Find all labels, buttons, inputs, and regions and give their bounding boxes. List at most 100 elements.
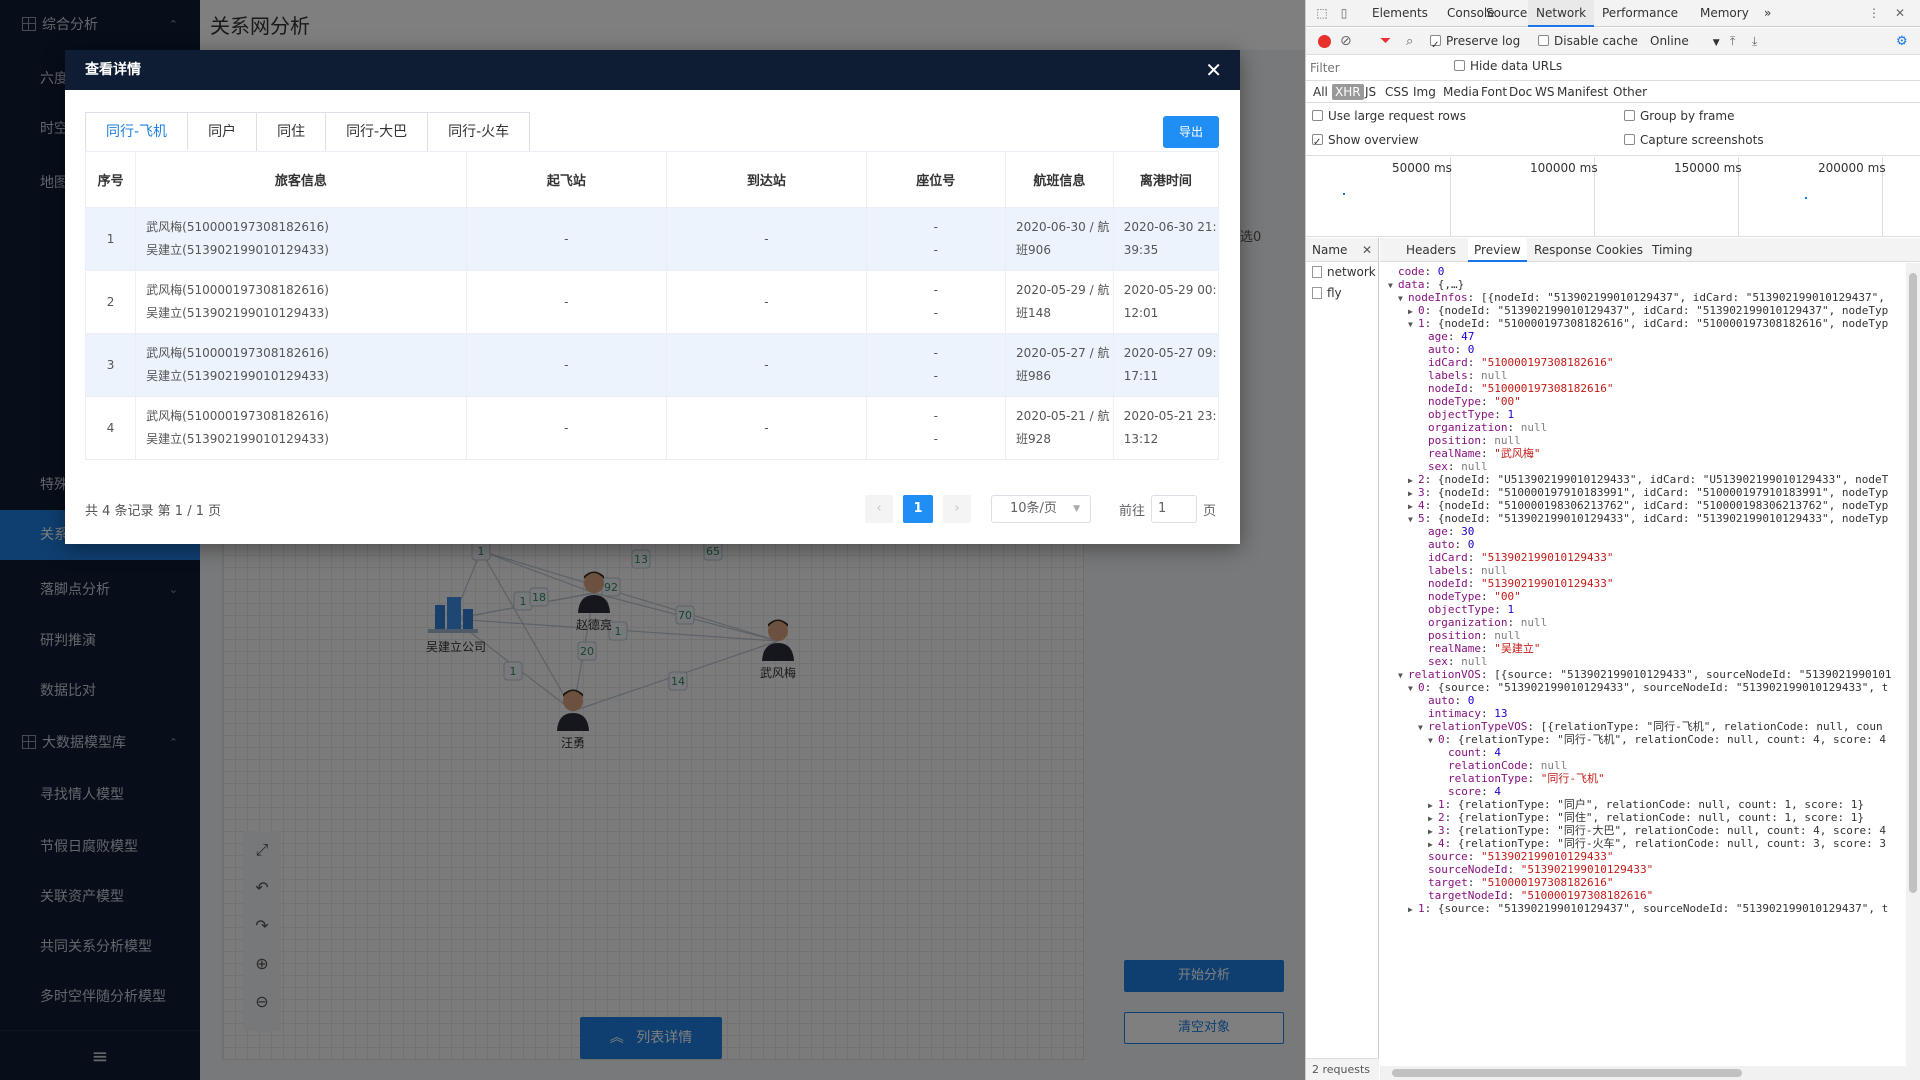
- type-filter-all[interactable]: All: [1310, 84, 1331, 100]
- table-row[interactable]: 3 武风梅(510000197308182616) 吴建立(513902199010…: [84, 333, 1220, 397]
- type-filter-other[interactable]: Other: [1610, 84, 1650, 100]
- detail-tab[interactable]: Preview: [1468, 238, 1527, 262]
- json-line: organization: null: [1380, 421, 1906, 434]
- json-line[interactable]: ▶ 4: {nodeId: "510000198306213762", idCar…: [1380, 499, 1906, 513]
- seat-1: -: [933, 346, 938, 360]
- json-line: source: "513902199010129433": [1380, 850, 1906, 863]
- seat-2: -: [933, 306, 938, 320]
- json-line[interactable]: ▶ 0: {nodeId: "513902199010129437", idCar…: [1380, 304, 1906, 318]
- type-filter-media[interactable]: Media: [1440, 84, 1482, 100]
- goto-page-input[interactable]: 1: [1151, 495, 1198, 523]
- export-button[interactable]: 导出: [1163, 116, 1219, 148]
- detail-tab[interactable]: Cookies: [1590, 238, 1649, 262]
- tab-1[interactable]: 同行-飞机: [86, 113, 189, 151]
- horizontal-scrollbar[interactable]: [1380, 1066, 1920, 1080]
- collapsed-triangle-icon[interactable]: ▶: [1408, 903, 1418, 916]
- clear-icon[interactable]: ⊘: [1340, 28, 1352, 55]
- close-icon[interactable]: ✕: [1362, 238, 1372, 262]
- json-line[interactable]: ▼ data: {,…}: [1380, 278, 1906, 292]
- preserve-log-checkbox[interactable]: Preserve log: [1430, 28, 1520, 59]
- devtools-tab[interactable]: Network: [1528, 0, 1595, 27]
- show-overview-checkbox[interactable]: Show overview: [1312, 128, 1419, 155]
- flight-info: 2020-06-30 / 航班906: [1005, 207, 1114, 271]
- page-size-value: 10条/页: [1010, 501, 1057, 516]
- type-filter-xhr[interactable]: XHR: [1332, 84, 1364, 100]
- request-row[interactable]: network: [1306, 262, 1378, 283]
- json-line[interactable]: ▼ relationVOS: [{source: "513902199010129…: [1380, 668, 1906, 682]
- close-icon[interactable]: ✕: [1892, 5, 1908, 21]
- json-line[interactable]: ▶ 4: {relationType: "同行-火车", relationCode…: [1380, 837, 1906, 851]
- json-line[interactable]: ▶ 2: {relationType: "同住", relationCode: n…: [1380, 811, 1906, 825]
- json-line[interactable]: ▶ 3: {nodeId: "510000197910183991", idCar…: [1380, 486, 1906, 500]
- devtools-tab[interactable]: Elements: [1364, 0, 1436, 27]
- tab-5[interactable]: 同行-火车: [428, 113, 529, 151]
- departure-station: -: [465, 333, 668, 397]
- json-line[interactable]: ▶ 3: {relationType: "同行-大巴", relationCode…: [1380, 824, 1906, 838]
- throttle-select[interactable]: Online ▼: [1650, 28, 1720, 55]
- request-row[interactable]: fly: [1306, 283, 1378, 304]
- type-filter-js[interactable]: JS: [1362, 84, 1379, 100]
- large-rows-checkbox[interactable]: Use large request rows: [1312, 104, 1466, 128]
- prev-page-button[interactable]: ‹: [865, 495, 893, 523]
- json-line[interactable]: ▼ 0: {source: "513902199010129433", sourc…: [1380, 681, 1906, 695]
- hide-data-urls-checkbox[interactable]: Hide data URLs: [1454, 54, 1562, 79]
- json-value: "同行-飞机": [1540, 772, 1605, 785]
- import-har-icon[interactable]: ⤒: [1730, 28, 1735, 55]
- type-filter-doc[interactable]: Doc: [1506, 84, 1535, 100]
- json-preview[interactable]: code: 0 ▼ data: {,…} ▼ nodeInfos: [{nodeId: …: [1380, 263, 1906, 1066]
- more-menu-icon[interactable]: ⋮: [1866, 5, 1882, 21]
- tab-4[interactable]: 同行-大巴: [326, 113, 429, 151]
- json-key: auto: [1428, 538, 1455, 551]
- settings-gear-icon[interactable]: ⚙: [1896, 28, 1908, 55]
- type-filter-css[interactable]: CSS: [1382, 84, 1412, 100]
- devtools-tab[interactable]: Performance: [1594, 0, 1686, 27]
- tab-3[interactable]: 同住: [257, 113, 327, 151]
- scrollbar-thumb[interactable]: [1909, 273, 1917, 893]
- json-line[interactable]: ▼ 0: {relationType: "同行-飞机", relationCode…: [1380, 733, 1906, 747]
- filter-input[interactable]: [1310, 58, 1440, 78]
- detail-tab[interactable]: Response: [1528, 238, 1598, 262]
- table-row[interactable]: 2 武风梅(510000197308182616) 吴建立(513902199010…: [84, 270, 1220, 334]
- export-har-icon[interactable]: ⤓: [1752, 28, 1757, 55]
- scrollbar-thumb[interactable]: [1392, 1069, 1742, 1077]
- json-line: count: 4: [1380, 746, 1906, 759]
- vertical-scrollbar[interactable]: [1906, 263, 1920, 1066]
- inspect-icon[interactable]: ⬚: [1314, 5, 1330, 21]
- detail-tab[interactable]: Headers: [1400, 238, 1462, 262]
- capture-screenshots-checkbox[interactable]: Capture screenshots: [1624, 128, 1764, 152]
- record-icon[interactable]: [1318, 35, 1331, 48]
- devtools-tab[interactable]: »: [1756, 0, 1779, 27]
- json-line[interactable]: ▶ 2: {nodeId: "U513902199010129433", idCa…: [1380, 473, 1906, 487]
- seat-1: -: [933, 283, 938, 297]
- type-filter-img[interactable]: Img: [1410, 84, 1439, 100]
- json-line[interactable]: ▼ 5: {nodeId: "513902199010129433", idCar…: [1380, 512, 1906, 526]
- show-overview-label: Show overview: [1328, 133, 1419, 147]
- page-size-select[interactable]: 10条/页 ▼: [991, 495, 1091, 523]
- json-line[interactable]: ▶ 1: {relationType: "同户", relationCode: n…: [1380, 798, 1906, 812]
- detail-tab[interactable]: Timing: [1646, 238, 1699, 262]
- network-overview[interactable]: 50000 ms 100000 ms 150000 ms 200000 ms: [1306, 157, 1920, 237]
- table-row[interactable]: 1 武风梅(510000197308182616) 吴建立(513902199010…: [84, 207, 1220, 271]
- search-icon[interactable]: ⌕: [1406, 28, 1413, 55]
- page-number-current[interactable]: 1: [903, 495, 933, 523]
- json-line[interactable]: ▼ relationTypeVOS: [{relationType: "同行-飞机…: [1380, 720, 1906, 734]
- table-row[interactable]: 4 武风梅(510000197308182616) 吴建立(513902199010…: [84, 396, 1220, 460]
- passenger-info: 武风梅(510000197308182616) 吴建立(5139021990101…: [135, 270, 467, 334]
- tab-2[interactable]: 同户: [188, 113, 258, 151]
- overview-tick: 100000 ms: [1530, 161, 1598, 175]
- devtools-tab[interactable]: Memory: [1692, 0, 1757, 27]
- json-line[interactable]: ▶ 1: {source: "513902199010129437", sourc…: [1380, 902, 1906, 916]
- json-line[interactable]: ▼ nodeInfos: [{nodeId: "51390219901012943…: [1380, 291, 1906, 305]
- close-icon[interactable]: ✕: [1205, 50, 1222, 90]
- device-toolbar-icon[interactable]: ▯: [1336, 5, 1352, 21]
- type-filter-manifest[interactable]: Manifest: [1554, 84, 1611, 100]
- disable-cache-checkbox[interactable]: Disable cache: [1538, 28, 1638, 55]
- name-column-header[interactable]: Name ✕: [1306, 238, 1378, 262]
- group-by-frame-checkbox[interactable]: Group by frame: [1624, 104, 1734, 128]
- json-line: idCard: "510000197308182616": [1380, 356, 1906, 369]
- json-line[interactable]: ▼ 1: {nodeId: "510000197308182616", idCar…: [1380, 317, 1906, 331]
- filter-icon[interactable]: ⏷: [1380, 28, 1391, 55]
- json-line: auto: 0: [1380, 694, 1906, 707]
- next-page-button[interactable]: ›: [943, 495, 971, 523]
- json-key: sourceNodeId: [1428, 863, 1508, 876]
